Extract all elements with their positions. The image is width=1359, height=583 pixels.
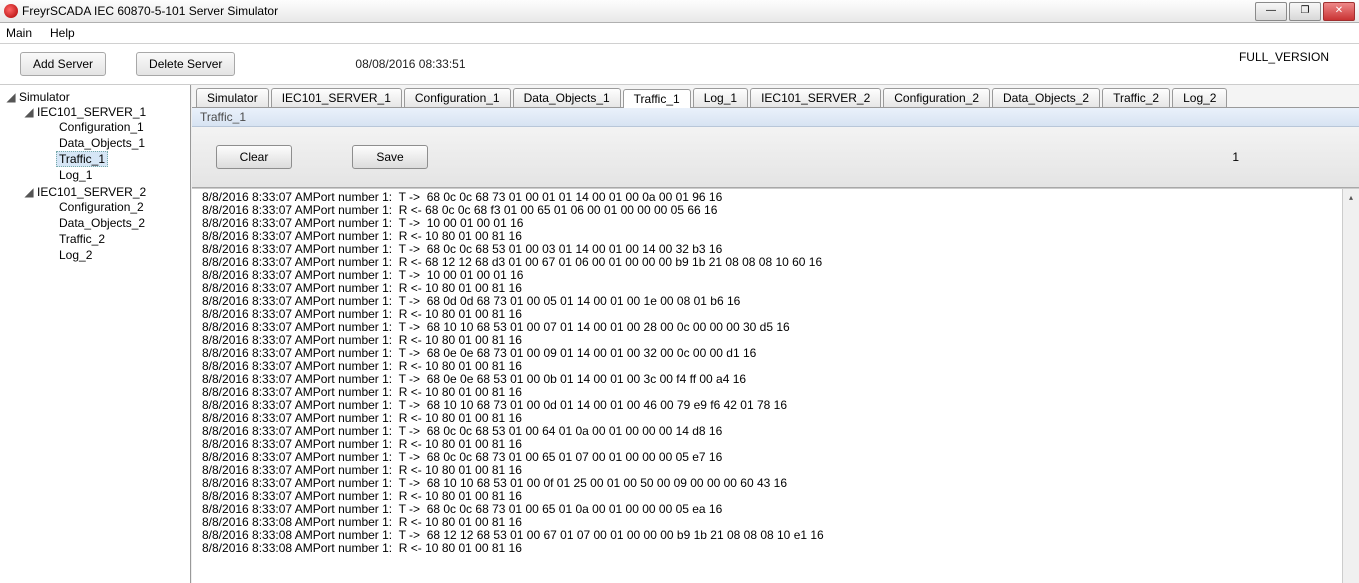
vertical-scrollbar[interactable]: ▴ xyxy=(1342,189,1359,583)
log-scroll-area[interactable]: 8/8/2016 8:33:07 AMPort number 1: T -> 6… xyxy=(192,188,1359,583)
menu-help[interactable]: Help xyxy=(50,26,75,40)
tree-conf-1[interactable]: Configuration_1 xyxy=(56,119,190,135)
panel-header: Traffic_1 xyxy=(192,108,1359,127)
tree-traffic-1[interactable]: Traffic_1 xyxy=(56,151,190,167)
minimize-button[interactable]: — xyxy=(1255,2,1287,21)
clear-button[interactable]: Clear xyxy=(216,145,292,169)
traffic-log: 8/8/2016 8:33:07 AMPort number 1: T -> 6… xyxy=(192,189,1359,557)
tab-log-2[interactable]: Log_2 xyxy=(1172,88,1227,107)
tree-data-1[interactable]: Data_Objects_1 xyxy=(56,135,190,151)
app-icon xyxy=(4,4,18,18)
record-count: 1 xyxy=(1232,150,1239,164)
add-server-button[interactable]: Add Server xyxy=(20,52,106,76)
tab-conf-2[interactable]: Configuration_2 xyxy=(883,88,990,107)
menu-bar: Main Help xyxy=(0,23,1359,44)
tab-data-2[interactable]: Data_Objects_2 xyxy=(992,88,1100,107)
tree-log-2[interactable]: Log_2 xyxy=(56,247,190,263)
menu-main[interactable]: Main xyxy=(6,26,32,40)
scroll-up-icon[interactable]: ▴ xyxy=(1343,189,1359,205)
tab-data-1[interactable]: Data_Objects_1 xyxy=(513,88,621,107)
tab-traffic-1[interactable]: Traffic_1 xyxy=(623,89,691,108)
tab-server-2[interactable]: IEC101_SERVER_2 xyxy=(750,88,881,107)
tree-traffic-2[interactable]: Traffic_2 xyxy=(56,231,190,247)
tree-conf-2[interactable]: Configuration_2 xyxy=(56,199,190,215)
maximize-button[interactable]: ❐ xyxy=(1289,2,1321,21)
save-button[interactable]: Save xyxy=(352,145,428,169)
tree-data-2[interactable]: Data_Objects_2 xyxy=(56,215,190,231)
version-label: FULL_VERSION xyxy=(1239,50,1329,64)
toolbar: Add Server Delete Server 08/08/2016 08:3… xyxy=(0,44,1359,84)
tab-conf-1[interactable]: Configuration_1 xyxy=(404,88,511,107)
close-button[interactable]: ✕ xyxy=(1323,2,1355,21)
panel-controls: Clear Save 1 xyxy=(192,127,1359,188)
tree-log-1[interactable]: Log_1 xyxy=(56,167,190,183)
toolbar-timestamp: 08/08/2016 08:33:51 xyxy=(355,57,465,71)
tree-server-1[interactable]: ◢IEC101_SERVER_1 Configuration_1 Data_Ob… xyxy=(6,104,190,184)
tab-traffic-2[interactable]: Traffic_2 xyxy=(1102,88,1170,107)
tab-log-1[interactable]: Log_1 xyxy=(693,88,748,107)
tree-view[interactable]: ◢Simulator ◢IEC101_SERVER_1 Configuratio… xyxy=(0,85,191,583)
tree-server-2[interactable]: ◢IEC101_SERVER_2 Configuration_2 Data_Ob… xyxy=(6,184,190,264)
window-title: FreyrSCADA IEC 60870-5-101 Server Simula… xyxy=(22,4,1255,18)
tab-strip: Simulator IEC101_SERVER_1 Configuration_… xyxy=(192,85,1359,108)
tab-server-1[interactable]: IEC101_SERVER_1 xyxy=(271,88,402,107)
tab-simulator[interactable]: Simulator xyxy=(196,88,269,107)
tree-root[interactable]: ◢Simulator ◢IEC101_SERVER_1 Configuratio… xyxy=(0,89,190,265)
delete-server-button[interactable]: Delete Server xyxy=(136,52,235,76)
log-line: 8/8/2016 8:33:08 AMPort number 1: R <- 1… xyxy=(202,542,1349,555)
title-bar: FreyrSCADA IEC 60870-5-101 Server Simula… xyxy=(0,0,1359,23)
